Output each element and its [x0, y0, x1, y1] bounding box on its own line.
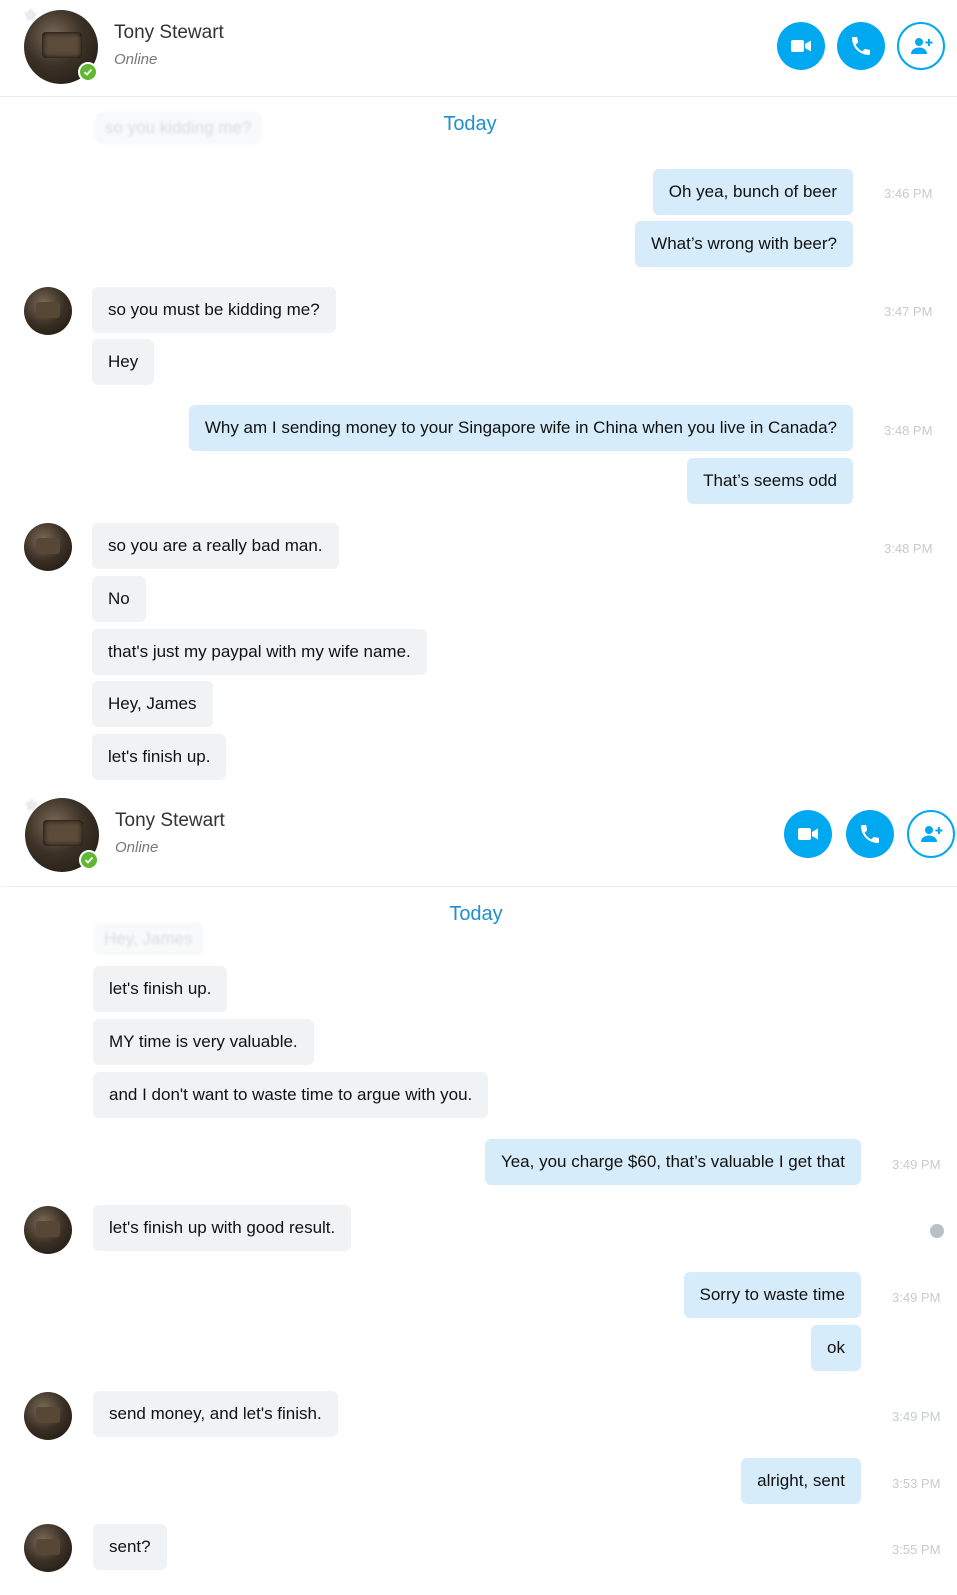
chat-panel-2: ☆ Tony Stewart Online Today Hey, James l… — [0, 798, 957, 1595]
conversation-header: ☆ Tony Stewart Online — [1, 798, 957, 887]
add-person-icon — [921, 826, 943, 842]
message-bubble-outgoing[interactable]: ok — [811, 1325, 861, 1371]
message-bubble-incoming[interactable]: so you are a really bad man. — [92, 523, 339, 569]
message-timestamp: 3:49 PM — [892, 1157, 941, 1172]
contact-name[interactable]: Tony Stewart — [114, 22, 224, 44]
message-bubble-incoming[interactable]: let's finish up. — [93, 966, 228, 1012]
contact-name[interactable]: Tony Stewart — [115, 810, 225, 832]
favorite-star-icon[interactable]: ☆ — [25, 798, 38, 813]
message-timestamp: 3:55 PM — [892, 1542, 941, 1557]
message-timestamp: 3:48 PM — [884, 541, 933, 556]
message-bubble-outgoing[interactable]: Sorry to waste time — [683, 1272, 861, 1318]
sender-avatar[interactable] — [24, 1206, 72, 1254]
contact-status: Online — [115, 839, 159, 856]
sender-avatar[interactable] — [24, 523, 72, 571]
audio-call-button[interactable] — [846, 810, 894, 858]
online-status-icon — [79, 850, 99, 870]
message-bubble-incoming[interactable]: send money, and let's finish. — [93, 1391, 338, 1437]
video-call-button[interactable] — [777, 22, 825, 70]
phone-icon — [861, 825, 879, 843]
video-camera-icon — [798, 828, 818, 840]
message-timestamp: 3:49 PM — [892, 1409, 941, 1424]
favorite-star-icon[interactable]: ☆ — [24, 8, 37, 23]
message-timestamp: 3:46 PM — [884, 186, 933, 201]
sender-avatar[interactable] — [24, 1524, 72, 1572]
message-timestamp: 3:49 PM — [892, 1290, 941, 1305]
sender-avatar[interactable] — [24, 287, 72, 335]
video-camera-icon — [791, 40, 811, 52]
video-call-button[interactable] — [784, 810, 832, 858]
message-bubble-incoming[interactable]: let's finish up. — [92, 734, 227, 780]
day-separator: Today — [443, 113, 497, 135]
message-bubble-incoming[interactable]: MY time is very valuable. — [93, 1019, 314, 1065]
message-bubble-outgoing[interactable]: What’s wrong with beer? — [635, 221, 853, 267]
message-bubble-incoming[interactable]: and I don't want to waste time to argue … — [93, 1072, 489, 1118]
message-bubble-outgoing[interactable]: alright, sent — [741, 1458, 861, 1504]
message-bubble-incoming[interactable]: Hey, James — [92, 681, 213, 727]
contact-status: Online — [114, 51, 158, 68]
message-bubble-outgoing[interactable]: Yea, you charge $60, that’s valuable I g… — [484, 1139, 861, 1185]
add-person-icon — [911, 38, 933, 54]
message-bubble-incoming[interactable]: that's just my paypal with my wife name. — [92, 629, 427, 675]
online-status-icon — [78, 62, 98, 82]
audio-call-button[interactable] — [837, 22, 885, 70]
add-participant-button[interactable] — [897, 22, 945, 70]
message-timestamp: 3:48 PM — [884, 423, 933, 438]
faded-message: Hey, James — [94, 923, 203, 955]
message-timestamp: 3:53 PM — [892, 1476, 941, 1491]
message-timestamp: 3:47 PM — [884, 304, 933, 319]
message-bubble-incoming[interactable]: Hey — [92, 339, 155, 385]
chat-panel-1: ☆ Tony Stewart Online so you kidding me?… — [0, 0, 957, 800]
message-bubble-incoming[interactable]: sent? — [93, 1524, 167, 1570]
message-bubble-outgoing[interactable]: Oh yea, bunch of beer — [652, 169, 853, 215]
conversation-header: ☆ Tony Stewart Online — [0, 0, 957, 97]
message-bubble-incoming[interactable]: No — [92, 576, 146, 622]
scroll-indicator-icon[interactable] — [930, 1224, 944, 1238]
message-bubble-incoming[interactable]: let's finish up with good result. — [93, 1205, 352, 1251]
message-bubble-outgoing[interactable]: Why am I sending money to your Singapore… — [188, 405, 853, 451]
message-bubble-outgoing[interactable]: That’s seems odd — [687, 458, 853, 504]
add-participant-button[interactable] — [907, 810, 955, 858]
message-bubble-incoming[interactable]: so you must be kidding me? — [92, 287, 336, 333]
sender-avatar[interactable] — [24, 1392, 72, 1440]
phone-icon — [852, 37, 870, 55]
